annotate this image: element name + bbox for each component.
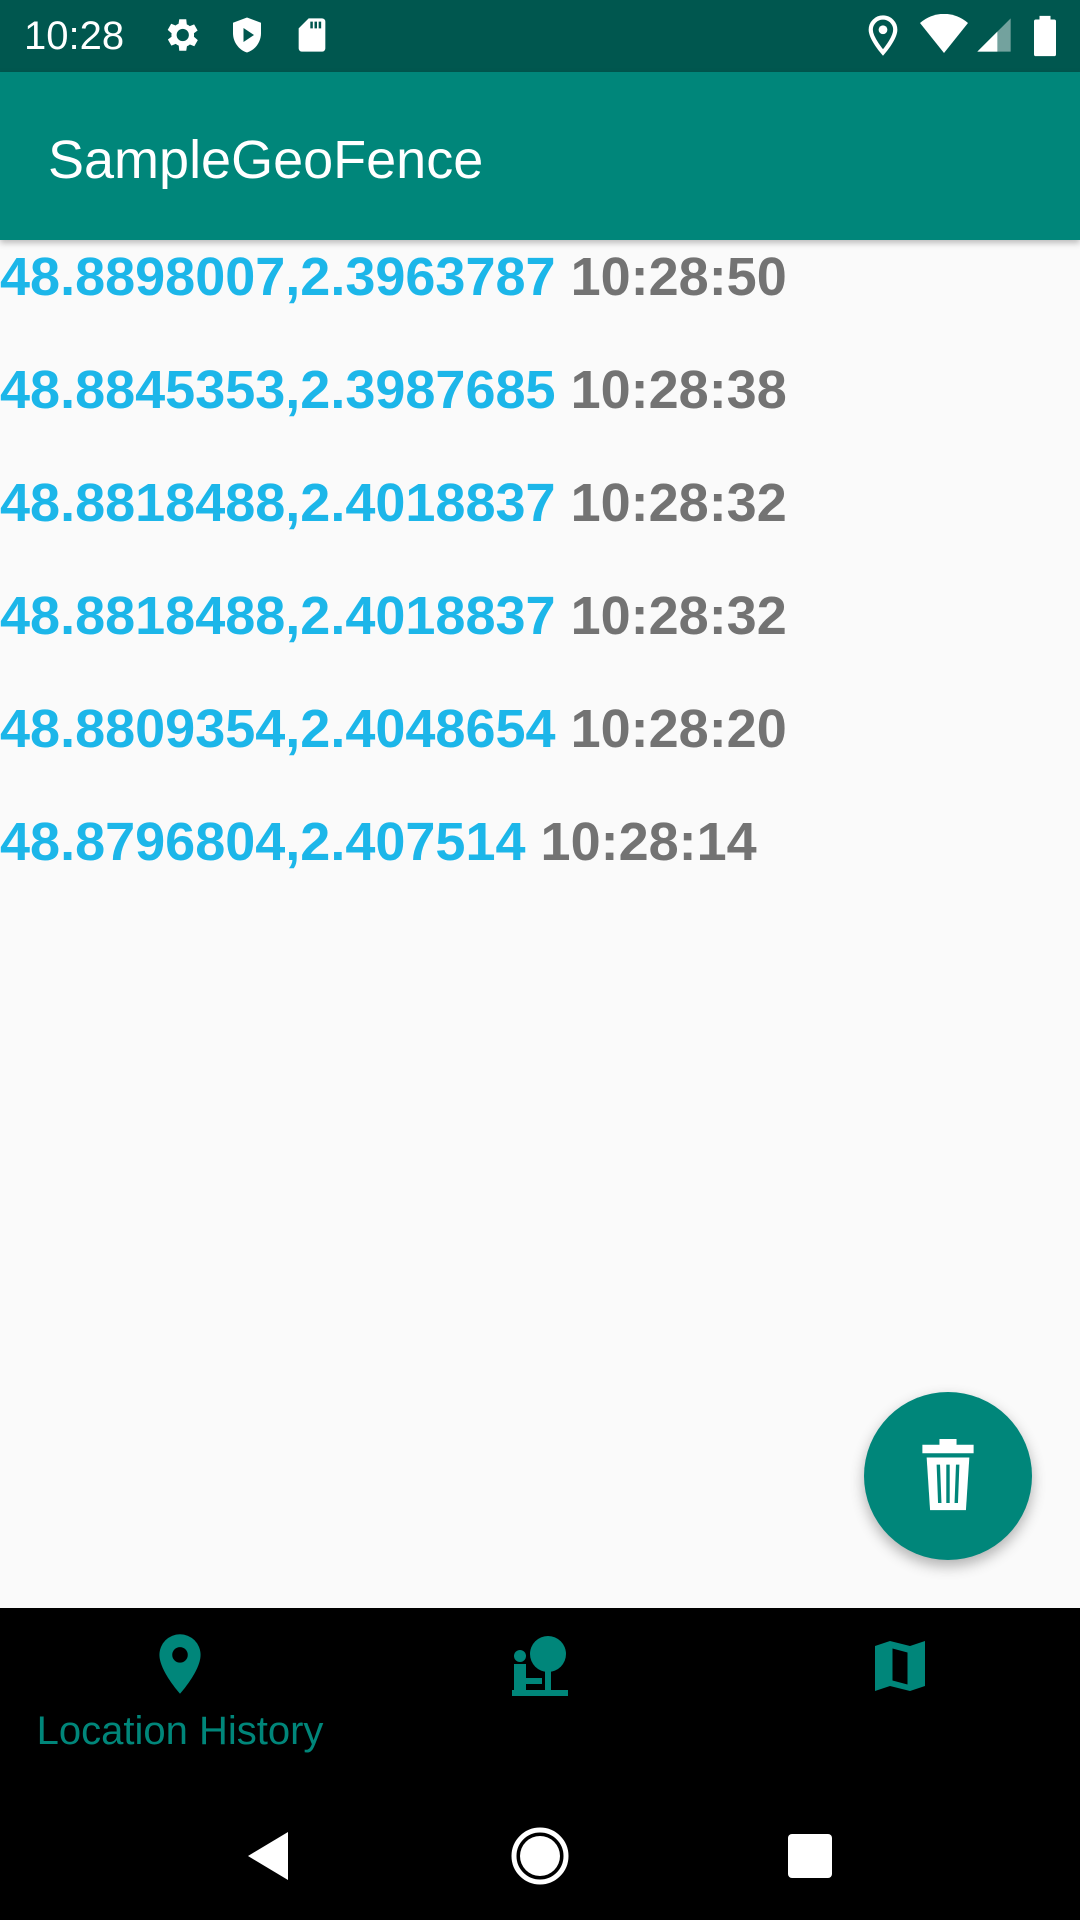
bottom-navigation: Location History xyxy=(0,1608,1080,1792)
location-pin-icon xyxy=(159,1634,201,1694)
location-coords: 48.8796804,2.407514 xyxy=(0,812,526,872)
location-time: 10:28:32 xyxy=(570,473,787,533)
sd-card-icon xyxy=(298,18,326,52)
location-history-list[interactable]: 48.8898007,2.3963787 10:28:50 48.8845353… xyxy=(0,240,1080,918)
map-icon xyxy=(875,1641,925,1691)
system-navigation-bar xyxy=(0,1792,1080,1920)
nav-item-location-history[interactable]: Location History xyxy=(0,1608,360,1792)
nav-item-label: Location History xyxy=(36,1709,324,1753)
list-item[interactable]: 48.8796804,2.407514 10:28:14 xyxy=(0,805,1080,918)
gear-icon xyxy=(167,19,198,51)
location-coords: 48.8818488,2.4018837 xyxy=(0,586,556,646)
trash-icon xyxy=(922,1439,974,1511)
nav-item-map[interactable] xyxy=(720,1608,1080,1792)
location-time: 10:28:50 xyxy=(570,247,787,307)
delete-history-button[interactable] xyxy=(864,1392,1032,1560)
location-time: 10:28:38 xyxy=(570,360,787,420)
location-time: 10:28:32 xyxy=(570,586,787,646)
status-time: 10:28 xyxy=(24,14,125,58)
status-bar: 10:28 xyxy=(0,0,1080,72)
list-item[interactable]: 48.8845353,2.3987685 10:28:38 xyxy=(0,353,1080,466)
nav-item-geofence[interactable] xyxy=(360,1608,720,1792)
app-bar: SampleGeoFence xyxy=(0,72,1080,240)
signal-icon xyxy=(977,18,1011,52)
recents-icon[interactable] xyxy=(786,1832,834,1880)
home-icon[interactable] xyxy=(510,1826,570,1886)
location-coords: 48.8809354,2.4048654 xyxy=(0,699,556,759)
shield-icon xyxy=(233,17,261,53)
person-tree-icon xyxy=(512,1636,568,1696)
location-pin-icon xyxy=(868,15,898,56)
list-item[interactable]: 48.8818488,2.4018837 10:28:32 xyxy=(0,466,1080,579)
app-title: SampleGeoFence xyxy=(48,130,484,190)
location-coords: 48.8845353,2.3987685 xyxy=(0,360,556,420)
list-item[interactable]: 48.8809354,2.4048654 10:28:20 xyxy=(0,692,1080,805)
list-item[interactable]: 48.8898007,2.3963787 10:28:50 xyxy=(0,240,1080,353)
location-coords: 48.8818488,2.4018837 xyxy=(0,473,556,533)
battery-icon xyxy=(1034,15,1056,57)
back-icon[interactable] xyxy=(244,1828,292,1884)
wifi-icon xyxy=(920,14,968,53)
location-time: 10:28:14 xyxy=(540,812,757,872)
location-coords: 48.8898007,2.3963787 xyxy=(0,247,556,307)
location-time: 10:28:20 xyxy=(570,699,787,759)
list-item[interactable]: 48.8818488,2.4018837 10:28:32 xyxy=(0,579,1080,692)
